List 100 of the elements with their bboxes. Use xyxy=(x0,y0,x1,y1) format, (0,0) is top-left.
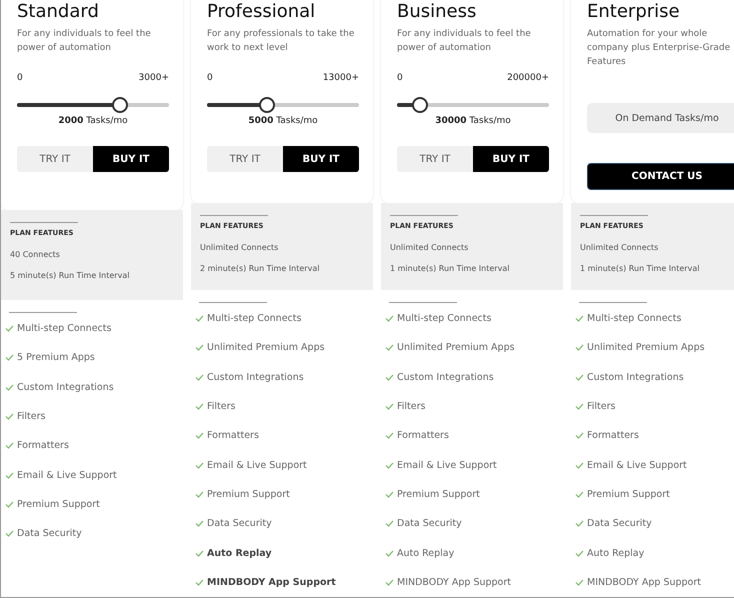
feature-item: Premium Support xyxy=(587,488,670,500)
plan-title: Professional xyxy=(207,1,316,23)
feature-item: Unlimited Premium Apps xyxy=(397,342,515,354)
buy-button[interactable]: BUY IT xyxy=(473,146,549,172)
feature-item: Email & Live Support xyxy=(587,460,687,471)
plan-title: Business xyxy=(397,1,478,23)
feature-item: Email & Live Support xyxy=(17,470,117,481)
check-icon xyxy=(385,550,394,557)
slider-max-label: 200000+ xyxy=(507,73,549,83)
plan-description: For any professionals to take the work to next level xyxy=(207,28,356,55)
check-icon xyxy=(575,462,584,469)
tasks-amount: 30000 Tasks/mo xyxy=(434,116,512,126)
check-icon xyxy=(195,462,204,469)
feature-item: Email & Live Support xyxy=(397,460,497,471)
feature-item: Filters xyxy=(207,401,236,412)
check-icon xyxy=(5,354,14,362)
slider-max-label: 3000+ xyxy=(138,73,169,83)
check-icon xyxy=(195,344,204,352)
feature-item: Premium Support xyxy=(207,488,290,500)
feature-item: MINDBODY App Support xyxy=(207,576,336,588)
plan-title: Enterprise xyxy=(587,1,681,23)
check-icon xyxy=(575,315,584,322)
check-icon xyxy=(385,315,394,322)
feature-item: Filters xyxy=(587,401,616,412)
feature-item: Formatters xyxy=(207,430,259,442)
buy-button[interactable]: BUY IT xyxy=(93,146,169,172)
contact-button[interactable]: CONTACT US xyxy=(587,163,734,190)
check-icon xyxy=(195,550,204,557)
check-icon xyxy=(385,374,394,381)
check-icon xyxy=(385,578,394,586)
check-icon xyxy=(385,403,394,410)
feature-item: Auto Replay xyxy=(397,548,454,559)
plan-feature: Unlimited Connects xyxy=(200,242,280,252)
try-button[interactable]: TRY IT xyxy=(397,146,473,172)
check-icon xyxy=(5,472,14,479)
check-icon xyxy=(5,442,14,450)
try-button[interactable]: TRY IT xyxy=(17,146,93,172)
plan-feature: 1 minute(s) Run Time Interval xyxy=(390,264,510,273)
check-icon xyxy=(195,432,204,440)
slider-min-label: 0 xyxy=(17,73,23,83)
feature-item: Multi-step Connects xyxy=(207,313,302,324)
feature-item: Premium Support xyxy=(17,498,100,510)
feature-item: 5 Premium Apps xyxy=(17,352,95,364)
check-icon xyxy=(195,490,204,498)
slider-track[interactable] xyxy=(397,97,549,113)
feature-item: Multi-step Connects xyxy=(397,313,492,324)
check-icon xyxy=(385,344,394,352)
check-icon xyxy=(5,413,14,420)
check-icon xyxy=(195,520,204,528)
plan-feature: 40 Connects xyxy=(10,250,61,259)
feature-item: Multi-step Connects xyxy=(17,323,112,334)
slider-thumb[interactable] xyxy=(412,97,428,113)
plan-feature: Unlimited Connects xyxy=(580,242,660,252)
check-icon xyxy=(195,374,204,381)
check-icon xyxy=(5,500,14,508)
tasks-amount: 5000 Tasks/mo xyxy=(247,116,319,126)
feature-item: Auto Replay xyxy=(207,548,272,559)
try-button[interactable]: TRY IT xyxy=(207,146,283,172)
check-icon xyxy=(5,325,14,332)
feature-item: Formatters xyxy=(587,430,639,442)
plan-description: For any individuals to feel the power of automation xyxy=(17,28,152,55)
plan-description: For any individuals to feel the power of automation xyxy=(397,28,532,55)
feature-item: MINDBODY App Support xyxy=(587,576,701,588)
feature-item: Email & Live Support xyxy=(207,460,307,471)
check-icon xyxy=(195,578,204,586)
check-icon xyxy=(195,403,204,410)
check-icon xyxy=(575,520,584,528)
feature-item: Premium Support xyxy=(397,488,480,500)
slider-track[interactable] xyxy=(17,97,169,113)
check-icon xyxy=(385,432,394,440)
feature-item: Custom Integrations xyxy=(587,372,684,383)
slider-thumb[interactable] xyxy=(259,97,276,113)
slider-thumb[interactable] xyxy=(112,97,128,113)
feature-item: Auto Replay xyxy=(587,548,644,559)
slider-min-label: 0 xyxy=(397,73,403,83)
feature-item: Formatters xyxy=(17,440,69,452)
check-icon xyxy=(575,578,584,586)
check-icon xyxy=(575,403,584,410)
slider-max-label: 13000+ xyxy=(322,73,359,83)
feature-item: Data Security xyxy=(587,518,652,530)
check-icon xyxy=(385,520,394,528)
buy-button[interactable]: BUY IT xyxy=(283,146,359,172)
check-icon xyxy=(575,432,584,440)
check-icon xyxy=(575,344,584,352)
feature-item: Multi-step Connects xyxy=(587,313,682,324)
plan-title: Standard xyxy=(17,1,100,23)
feature-item: Filters xyxy=(397,401,426,412)
feature-item: Custom Integrations xyxy=(207,372,304,383)
check-icon xyxy=(5,530,14,538)
slider-track[interactable] xyxy=(207,97,359,113)
feature-item: Data Security xyxy=(207,518,272,530)
feature-item: Filters xyxy=(17,411,46,422)
check-icon xyxy=(5,384,14,391)
plan-feature: Unlimited Connects xyxy=(390,242,470,252)
check-icon xyxy=(575,490,584,498)
check-icon xyxy=(195,315,204,322)
feature-item: Unlimited Premium Apps xyxy=(207,342,325,354)
plan-feature: 1 minute(s) Run Time Interval xyxy=(580,264,700,273)
tasks-amount: 2000 Tasks/mo xyxy=(57,116,129,126)
check-icon xyxy=(385,490,394,498)
